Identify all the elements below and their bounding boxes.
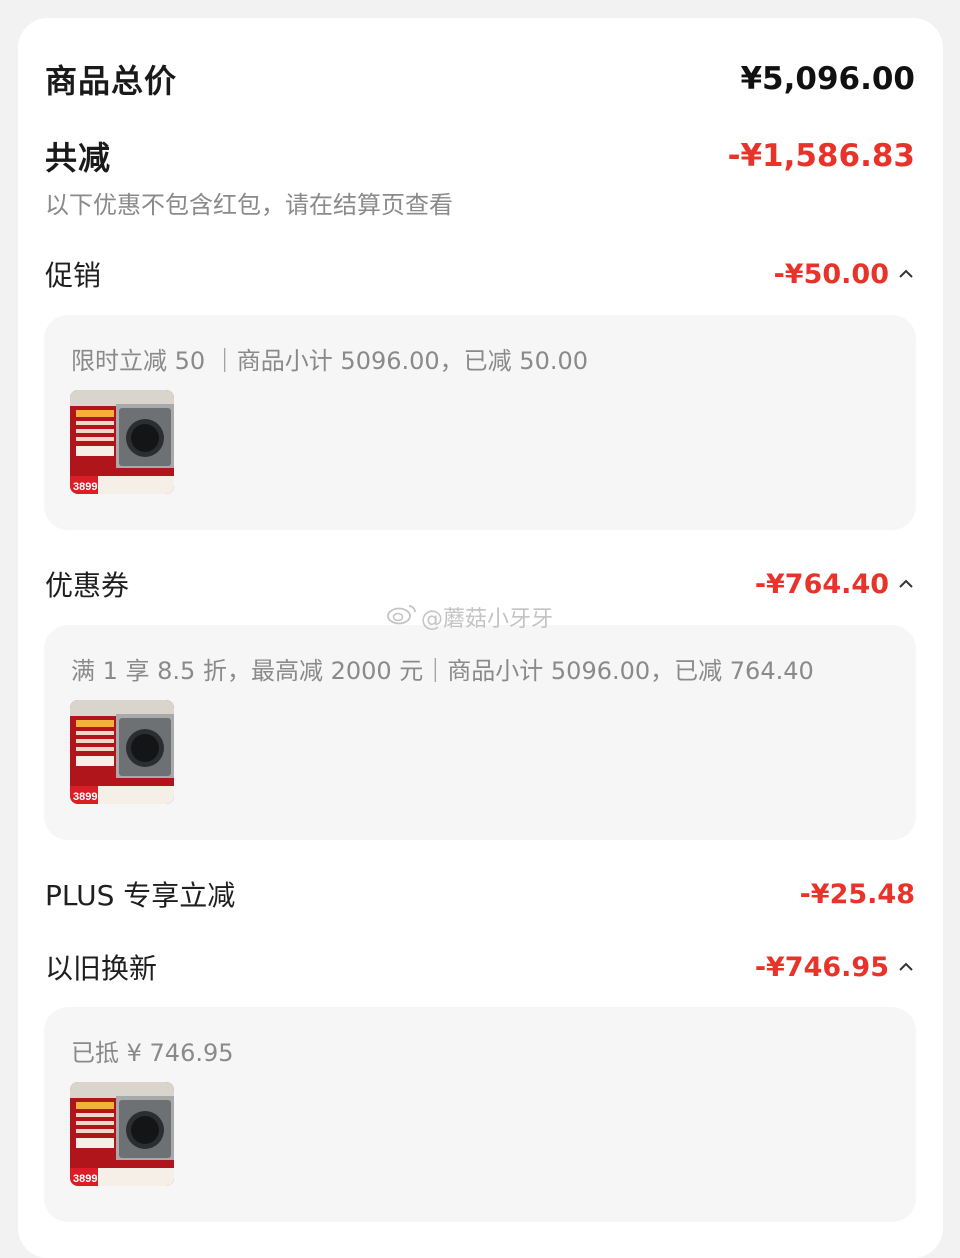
weibo-icon — [387, 603, 417, 631]
promotion-value: -¥50.00 — [773, 258, 889, 290]
coupon-amount: -¥764.40 — [755, 569, 915, 600]
promotion-label: 促销 — [45, 259, 102, 292]
total-label: 商品总价 — [45, 62, 178, 100]
promotion-detail-text: 限时立减 50 ｜商品小计 5096.00，已减 50.00 — [71, 347, 589, 375]
plus-value: -¥25.48 — [799, 878, 915, 910]
total-value: ¥5,096.00 — [740, 61, 915, 97]
discount-note: 以下优惠不包含红包，请在结算页查看 — [45, 191, 453, 219]
thumb-price: 3899 — [73, 1173, 97, 1185]
promotion-row[interactable]: 促销 -¥50.00 — [45, 254, 915, 294]
coupon-row[interactable]: 优惠券 -¥764.40 — [45, 564, 915, 604]
plus-amount: -¥25.48 — [800, 879, 915, 910]
thumb-price: 3899 — [73, 481, 97, 493]
total-row: 商品总价 ¥5,096.00 — [45, 56, 915, 102]
plus-label: PLUS 专享立减 — [45, 879, 236, 912]
chevron-up-icon[interactable] — [897, 958, 915, 976]
tradein-amount: -¥746.95 — [755, 952, 915, 983]
discount-detail-card: 商品总价 ¥5,096.00 共减 -¥1,586.83 以下优惠不包含红包，请… — [18, 18, 943, 1258]
product-thumbnail[interactable]: 3899 — [70, 700, 174, 804]
chevron-up-icon[interactable] — [897, 575, 915, 593]
tradein-value: -¥746.95 — [754, 951, 889, 983]
product-thumbnail[interactable]: 3899 — [70, 1082, 174, 1186]
tradein-detail-box: 已抵 ¥ 746.95 3899 — [44, 1007, 916, 1222]
promotion-detail-box: 限时立减 50 ｜商品小计 5096.00，已减 50.00 3899 — [44, 315, 916, 530]
plus-row: PLUS 专享立减 -¥25.48 — [45, 874, 915, 914]
watermark-text: @蘑菇小牙牙 — [421, 607, 554, 632]
tradein-detail-text: 已抵 ¥ 746.95 — [71, 1039, 234, 1067]
product-thumbnail[interactable]: 3899 — [70, 390, 174, 494]
promotion-amount: -¥50.00 — [774, 259, 915, 290]
coupon-detail-text: 满 1 享 8.5 折，最高减 2000 元｜商品小计 5096.00，已减 7… — [71, 657, 814, 685]
discount-total-row: 共减 -¥1,586.83 — [45, 133, 915, 179]
coupon-detail-box: 满 1 享 8.5 折，最高减 2000 元｜商品小计 5096.00，已减 7… — [44, 625, 916, 840]
coupon-label: 优惠券 — [45, 569, 130, 602]
watermark: @蘑菇小牙牙 — [387, 601, 553, 633]
tradein-row[interactable]: 以旧换新 -¥746.95 — [45, 947, 915, 987]
coupon-value: -¥764.40 — [754, 568, 889, 600]
thumb-price: 3899 — [73, 791, 97, 803]
discount-total-value: -¥1,586.83 — [727, 138, 915, 174]
discount-total-label: 共减 — [45, 139, 112, 177]
tradein-label: 以旧换新 — [45, 952, 158, 985]
chevron-up-icon[interactable] — [897, 265, 915, 283]
